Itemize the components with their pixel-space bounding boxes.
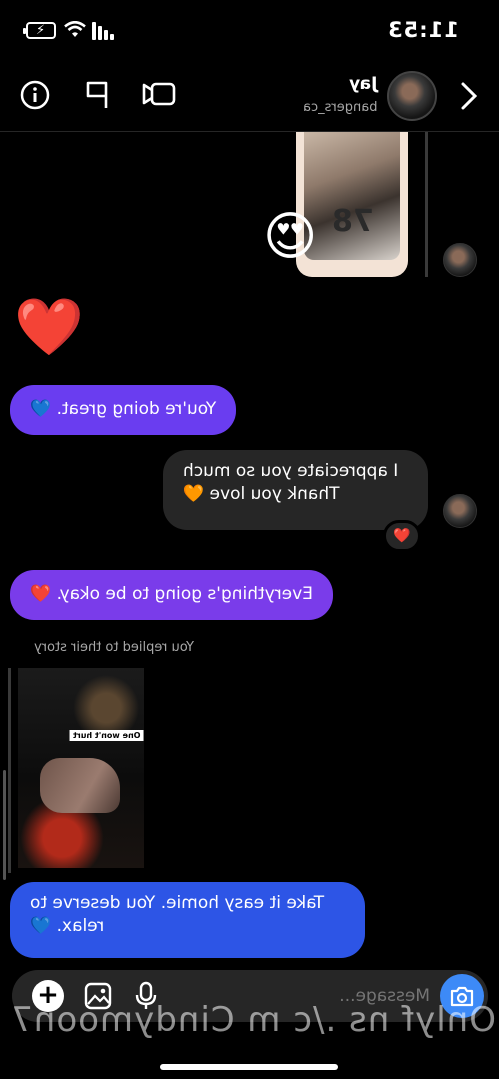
signal-icon [92, 22, 114, 40]
jersey-number: 78 [332, 204, 374, 239]
message-bubble-sent[interactable]: You're doing great. 💙 [10, 385, 237, 435]
contact-username[interactable]: bangers_ca [303, 100, 377, 115]
big-heart-message[interactable]: ❤️ [14, 300, 84, 356]
wifi-icon [64, 21, 86, 37]
status-time: 11:53 [387, 18, 459, 42]
message-bubble-sent[interactable]: Everything's going to be okay. ❤️ [10, 570, 333, 620]
story-hand-image [40, 758, 120, 813]
chevron-right-icon[interactable] [459, 80, 479, 112]
contact-avatar[interactable] [387, 71, 437, 121]
sender-avatar[interactable] [443, 494, 477, 528]
message-text: I appreciate you so much Thank you love … [183, 461, 399, 504]
info-icon[interactable] [20, 80, 50, 110]
message-text: Everything's going to be okay. ❤️ [30, 584, 313, 604]
replied-story-thumbnail[interactable]: One won't hurt [18, 668, 144, 868]
message-bubble-received[interactable]: I appreciate you so much Thank you love … [163, 450, 428, 530]
story-reply-rule [8, 668, 11, 873]
sender-avatar[interactable] [443, 243, 477, 277]
story-caption: One won't hurt [70, 730, 144, 741]
message-text: You're doing great. 💙 [30, 399, 217, 419]
contact-name[interactable]: Jay [349, 74, 377, 94]
battery-icon: ⚡ [23, 22, 56, 39]
story-photo [304, 132, 400, 260]
story-reaction-emoji: 😍 [263, 207, 318, 267]
video-icon[interactable] [142, 80, 176, 108]
message-reaction[interactable]: ❤️ [383, 520, 421, 552]
home-indicator[interactable] [160, 1064, 338, 1070]
watermark-text: Onlyf ns ./c m Cindymoon7 [10, 1000, 496, 1040]
message-bubble-sent[interactable]: Take it easy homie. You deserve to relax… [10, 882, 365, 958]
message-text: Take it easy homie. You deserve to relax… [30, 893, 325, 936]
flag-icon[interactable] [84, 80, 112, 110]
story-reply-rule [425, 132, 428, 277]
scrollbar[interactable] [3, 770, 6, 880]
chat-header: Jay bangers_ca [0, 62, 499, 132]
status-bar: 11:53 ⚡ [0, 0, 499, 60]
story-reply-label: You replied to their story [34, 640, 194, 655]
